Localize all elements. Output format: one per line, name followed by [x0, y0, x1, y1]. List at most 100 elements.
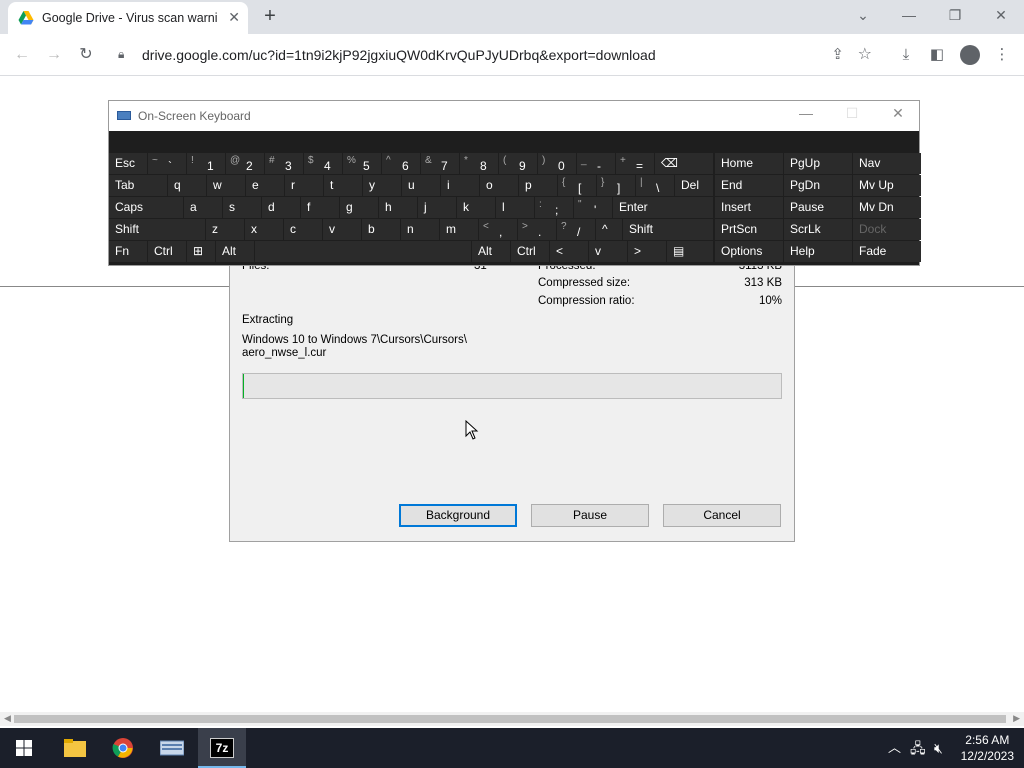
osk-key-o[interactable]: o	[480, 175, 518, 196]
tab-close-icon[interactable]: ✕	[228, 9, 240, 26]
osk-key-d[interactable]: d	[262, 197, 300, 218]
osk-key-symbol-1-11[interactable]: {[	[558, 175, 596, 196]
osk-key-symbol-2-10[interactable]: :;	[535, 197, 573, 218]
osk-key-tab[interactable]: Tab	[109, 175, 167, 196]
close-window-button[interactable]: ✕	[978, 0, 1024, 30]
osk-key-q[interactable]: q	[168, 175, 206, 196]
osk-key-u[interactable]: u	[402, 175, 440, 196]
scroll-right-icon[interactable]: ▶	[1013, 713, 1020, 724]
osk-key-0[interactable]: ) 0	[538, 153, 576, 174]
osk-key-symbol-1-12[interactable]: }]	[597, 175, 635, 196]
osk-key-prtscn[interactable]: PrtScn	[715, 219, 783, 240]
pause-button[interactable]: Pause	[531, 504, 649, 527]
osk-key-5[interactable]: % 5	[343, 153, 381, 174]
osk-key-z[interactable]: z	[206, 219, 244, 240]
osk-key-symbol-3-10[interactable]: ? /	[557, 219, 595, 240]
osk-key-ctrl[interactable]: Ctrl	[148, 241, 186, 262]
osk-key-symbol-4-10[interactable]: ▤	[667, 241, 713, 262]
osk-key-y[interactable]: y	[363, 175, 401, 196]
taskbar-on-screen-keyboard[interactable]	[148, 728, 196, 768]
osk-close-button[interactable]: ✕	[883, 105, 913, 122]
osk-key-symbol-3-9[interactable]: >.	[518, 219, 556, 240]
osk-key-pause[interactable]: Pause	[784, 197, 852, 218]
osk-key-9[interactable]: (9	[499, 153, 537, 174]
osk-minimize-button[interactable]: —	[791, 105, 821, 121]
url-text[interactable]: drive.google.com/uc?id=1tn9i2kjP92jgxiuQ…	[142, 47, 656, 63]
osk-key-t[interactable]: t	[324, 175, 362, 196]
taskbar-chrome[interactable]	[99, 728, 147, 768]
osk-key-6[interactable]: ^ 6	[382, 153, 420, 174]
osk-key-symbol-0-14[interactable]: ⌫	[655, 153, 713, 174]
address-bar[interactable]: 🔒︎ drive.google.com/uc?id=1tn9i2kjP92jgx…	[108, 39, 878, 71]
osk-key-8[interactable]: * 8	[460, 153, 498, 174]
new-tab-button[interactable]: +	[258, 4, 282, 28]
osk-key-home[interactable]: Home	[715, 153, 783, 174]
osk-key-f[interactable]: f	[301, 197, 339, 218]
osk-key-pgup[interactable]: PgUp	[784, 153, 852, 174]
reload-icon[interactable]: ↻	[74, 43, 98, 67]
osk-key-caps[interactable]: Caps	[109, 197, 183, 218]
forward-arrow-icon[interactable]: →	[42, 43, 66, 67]
horizontal-scrollbar[interactable]: ◀ ▶	[0, 712, 1024, 726]
share-icon[interactable]: ⇪	[831, 45, 844, 63]
osk-key-mv-dn[interactable]: Mv Dn	[853, 197, 921, 218]
osk-key-symbol-3-11[interactable]: ^	[596, 219, 622, 240]
osk-key-v[interactable]: v	[589, 241, 627, 262]
osk-key-pgdn[interactable]: PgDn	[784, 175, 852, 196]
osk-key-i[interactable]: i	[441, 175, 479, 196]
back-arrow-icon[interactable]: ←	[10, 43, 34, 67]
osk-key-symbol-0-12[interactable]: _ -	[577, 153, 615, 174]
osk-key-symbol-3-8[interactable]: <,	[479, 219, 517, 240]
osk-key-nav[interactable]: Nav	[853, 153, 921, 174]
osk-key-insert[interactable]: Insert	[715, 197, 783, 218]
osk-key-symbol-0-13[interactable]: + =	[616, 153, 654, 174]
scrollbar-thumb[interactable]	[14, 715, 1006, 723]
osk-key-s[interactable]: s	[223, 197, 261, 218]
osk-key-a[interactable]: a	[184, 197, 222, 218]
osk-key-scrlk[interactable]: ScrLk	[784, 219, 852, 240]
osk-key-options[interactable]: Options	[715, 241, 783, 262]
profile-avatar-icon[interactable]	[960, 45, 980, 65]
scroll-left-icon[interactable]: ◀	[4, 713, 11, 724]
osk-key-4[interactable]: $4	[304, 153, 342, 174]
osk-key-symbol-4-7[interactable]: <	[550, 241, 588, 262]
taskbar-clock[interactable]: 2:56 AM 12/2/2023	[961, 732, 1014, 764]
osk-key-end[interactable]: End	[715, 175, 783, 196]
osk-key-fade[interactable]: Fade	[853, 241, 921, 262]
osk-key-symbol-0-1[interactable]: ~ `	[148, 153, 186, 174]
browser-tab[interactable]: Google Drive - Virus scan warning ✕	[8, 2, 248, 34]
osk-key-l[interactable]: l	[496, 197, 534, 218]
tab-search-icon[interactable]: ⌄	[840, 0, 886, 30]
osk-key-h[interactable]: h	[379, 197, 417, 218]
lock-icon[interactable]: 🔒︎	[118, 47, 124, 62]
osk-key-w[interactable]: w	[207, 175, 245, 196]
taskbar-7zip[interactable]: 7z	[198, 728, 246, 768]
osk-key-b[interactable]: b	[362, 219, 400, 240]
osk-key-shift[interactable]: Shift	[109, 219, 205, 240]
bookmark-star-icon[interactable]: ☆	[858, 44, 872, 64]
osk-key-v[interactable]: v	[323, 219, 361, 240]
osk-key-c[interactable]: c	[284, 219, 322, 240]
osk-key-3[interactable]: #3	[265, 153, 303, 174]
menu-kebab-icon[interactable]: ⋮	[991, 44, 1013, 66]
osk-key-symbol-4-4[interactable]	[255, 241, 471, 262]
osk-titlebar[interactable]: On-Screen Keyboard — ☐ ✕	[109, 101, 919, 131]
osk-key-esc[interactable]: Esc	[109, 153, 147, 174]
osk-key-symbol-2-11[interactable]: " '	[574, 197, 612, 218]
osk-key-x[interactable]: x	[245, 219, 283, 240]
osk-key-k[interactable]: k	[457, 197, 495, 218]
network-icon[interactable]: 🖧︎	[910, 728, 926, 768]
osk-key-alt[interactable]: Alt	[472, 241, 510, 262]
osk-key-g[interactable]: g	[340, 197, 378, 218]
background-button[interactable]: Background	[399, 504, 517, 527]
tray-chevron-icon[interactable]: ︿	[888, 728, 901, 768]
osk-key-e[interactable]: e	[246, 175, 284, 196]
osk-key-help[interactable]: Help	[784, 241, 852, 262]
restore-button[interactable]: ❐	[932, 0, 978, 30]
volume-muted-icon[interactable]: 🔇︎	[934, 728, 943, 768]
osk-key-r[interactable]: r	[285, 175, 323, 196]
osk-key-symbol-4-9[interactable]: >	[628, 241, 666, 262]
osk-key-shift[interactable]: Shift	[623, 219, 713, 240]
osk-key-p[interactable]: p	[519, 175, 557, 196]
osk-key-alt[interactable]: Alt	[216, 241, 254, 262]
